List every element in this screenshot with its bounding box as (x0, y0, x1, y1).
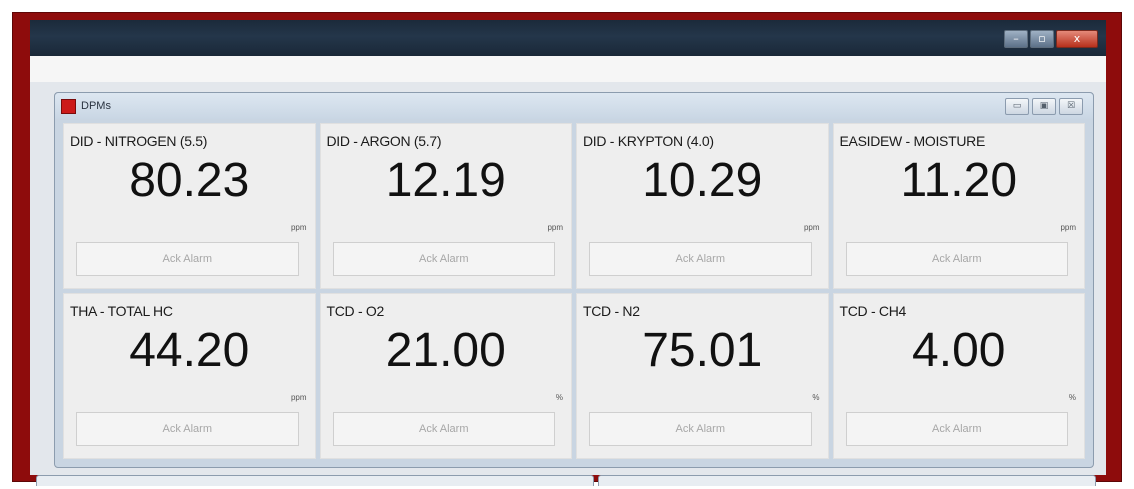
tile-unit: ppm (290, 223, 307, 232)
dpms-restore-button[interactable]: ▣ (1032, 98, 1056, 115)
dpms-window-title: DPMs (81, 100, 111, 112)
dpm-tile-grid: DID - NITROGEN (5.5) 80.23 ppm Ack Alarm… (63, 123, 1085, 459)
outer-close-button[interactable]: x (1056, 30, 1098, 48)
dpms-child-window: DPMs ▭ ▣ ☒ DID - NITROGEN (5.5) 80.23 pp… (54, 92, 1094, 468)
dpms-titlebar[interactable]: DPMs ▭ ▣ ☒ (55, 93, 1093, 119)
dpm-tile-nitrogen: DID - NITROGEN (5.5) 80.23 ppm Ack Alarm (63, 123, 316, 289)
tile-unit: % (1068, 393, 1076, 402)
app-logo-icon (61, 99, 76, 114)
dpms-close-button[interactable]: ☒ (1059, 98, 1083, 115)
tile-label: TCD - CH4 (839, 303, 907, 319)
tile-value: 75.01 (642, 324, 763, 377)
tile-label: DID - KRYPTON (4.0) (583, 133, 714, 149)
ack-alarm-button[interactable]: Ack Alarm (845, 242, 1068, 276)
dpm-tile-total-hc: THA - TOTAL HC 44.20 ppm Ack Alarm (63, 293, 316, 459)
ack-alarm-button[interactable]: Ack Alarm (589, 412, 812, 446)
tile-value: 12.19 (385, 154, 506, 207)
dpms-minimize-button[interactable]: ▭ (1005, 98, 1029, 115)
tile-label: DID - NITROGEN (5.5) (70, 133, 208, 149)
tile-value: 10.29 (642, 154, 763, 207)
ack-alarm-button[interactable]: Ack Alarm (332, 412, 555, 446)
dpm-tile-ch4: TCD - CH4 4.00 % Ack Alarm (832, 293, 1085, 459)
dpm-tile-krypton: DID - KRYPTON (4.0) 10.29 ppm Ack Alarm (576, 123, 829, 289)
ack-alarm-button[interactable]: Ack Alarm (589, 242, 812, 276)
lower-window-tab-right[interactable] (598, 475, 1096, 486)
tile-label: TCD - N2 (583, 303, 640, 319)
ack-alarm-button[interactable]: Ack Alarm (76, 412, 299, 446)
outer-window-titlebar[interactable]: – ▫ x (30, 20, 1106, 56)
outer-menubar (30, 56, 1106, 83)
outer-minimize-button[interactable]: – (1004, 30, 1028, 48)
ack-alarm-button[interactable]: Ack Alarm (332, 242, 555, 276)
tile-unit: ppm (803, 223, 820, 232)
dpm-tile-moisture: EASIDEW - MOISTURE 11.20 ppm Ack Alarm (832, 123, 1085, 289)
outer-maximize-button[interactable]: ▫ (1030, 30, 1054, 48)
tile-label: EASIDEW - MOISTURE (839, 133, 986, 149)
tile-unit: % (812, 393, 820, 402)
ack-alarm-button[interactable]: Ack Alarm (845, 412, 1068, 446)
tile-unit: ppm (547, 223, 563, 232)
tile-unit: ppm (290, 393, 307, 402)
tile-value: 21.00 (385, 324, 506, 377)
tile-label: DID - ARGON (5.7) (326, 133, 442, 149)
tile-label: TCD - O2 (326, 303, 385, 319)
ack-alarm-button[interactable]: Ack Alarm (76, 242, 299, 276)
tile-value: 4.00 (912, 324, 1006, 377)
dpm-tile-n2: TCD - N2 75.01 % Ack Alarm (576, 293, 829, 459)
outer-window-controls: – ▫ x (1004, 30, 1098, 48)
tile-unit: ppm (1060, 223, 1076, 232)
outer-window-body: DPMs ▭ ▣ ☒ DID - NITROGEN (5.5) 80.23 pp… (30, 82, 1106, 475)
tile-unit: % (555, 393, 563, 402)
tile-value: 80.23 (129, 154, 250, 207)
lower-window-tab-left[interactable] (36, 475, 594, 486)
tile-label: THA - TOTAL HC (70, 303, 173, 319)
dpm-tile-o2: TCD - O2 21.00 % Ack Alarm (319, 293, 572, 459)
tile-value: 44.20 (129, 324, 250, 377)
tile-value: 11.20 (900, 154, 1018, 207)
dpms-window-controls: ▭ ▣ ☒ (1005, 98, 1083, 115)
dpm-tile-argon: DID - ARGON (5.7) 12.19 ppm Ack Alarm (319, 123, 572, 289)
